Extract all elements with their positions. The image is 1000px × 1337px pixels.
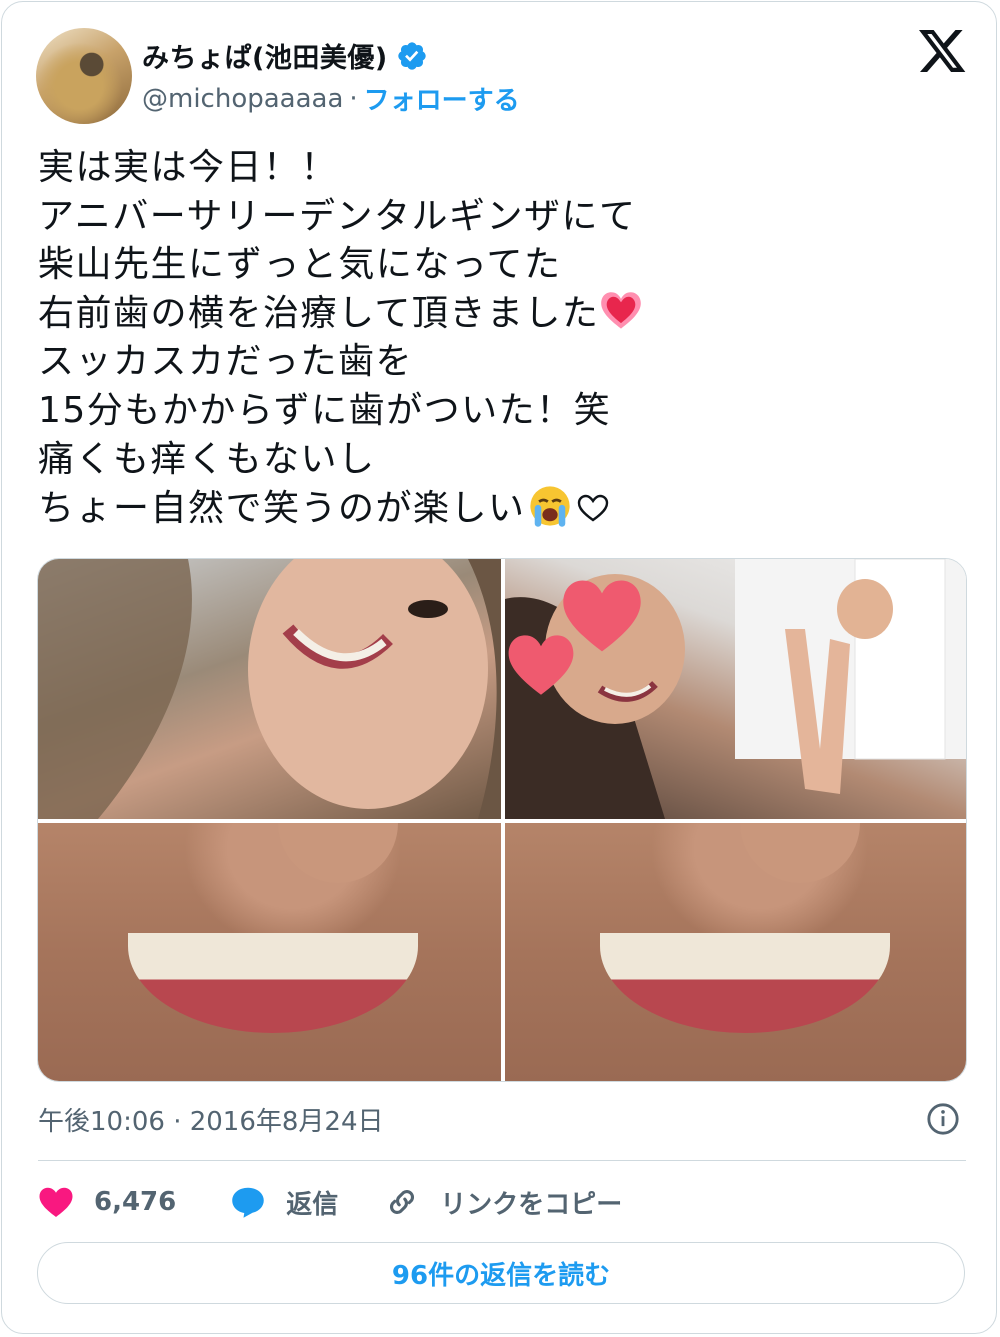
heart-icon — [39, 1187, 73, 1217]
tweet-embed-card: みちょぱ(池田美優) @michopaaaaa · フォローする 実は実は今日！… — [1, 1, 997, 1334]
info-icon[interactable] — [926, 1102, 960, 1136]
photo-nose — [740, 823, 860, 883]
tweet-line: 右前歯の横を治療して頂きました — [38, 292, 600, 334]
tweet-line: 柴山先生にずっと気になってた — [38, 244, 562, 286]
like-count: 6,476 — [94, 1187, 177, 1217]
link-icon — [390, 1189, 415, 1215]
read-replies-button[interactable]: 96件の返信を読む — [37, 1242, 965, 1304]
photo-selfie-smile[interactable] — [38, 559, 501, 819]
follow-button[interactable]: フォローする — [364, 80, 520, 117]
verified-badge-icon — [398, 41, 426, 70]
heart-sticker-icon — [508, 635, 574, 695]
tweet-line: アニバーサリーデンタルギンザにて — [38, 195, 637, 237]
white-heart-emoji — [577, 494, 608, 522]
photo-teeth-before[interactable] — [38, 823, 501, 1081]
divider — [38, 1160, 966, 1161]
photo-peace-sign[interactable] — [505, 559, 966, 819]
author-avatar[interactable] — [36, 28, 132, 124]
photo-mouth — [600, 933, 890, 1033]
reply-bubble-icon — [232, 1187, 264, 1218]
reply-button[interactable]: 返信 — [230, 1184, 338, 1221]
reply-label: 返信 — [286, 1189, 339, 1220]
media-grid — [37, 558, 967, 1082]
tweet-line: 実は実は今日！！ — [38, 147, 339, 188]
author-display-name[interactable]: みちょぱ(池田美優) — [142, 36, 388, 75]
author-handle[interactable]: @michopaaaaa — [142, 84, 343, 114]
sparkling-heart-emoji — [601, 292, 642, 329]
tweet-line: 痛くも痒くもないし — [38, 438, 376, 480]
x-logo-icon[interactable] — [919, 30, 967, 74]
author-handle-row: @michopaaaaa · フォローする — [142, 80, 520, 117]
read-replies-label: 96件の返信を読む — [391, 1260, 611, 1291]
tweet-line: ちょー自然で笑うのが楽しい — [38, 488, 526, 530]
copy-link-button[interactable]: リンクをコピー — [384, 1184, 622, 1221]
photo-mouth — [128, 933, 418, 1033]
photo-nose — [278, 823, 398, 883]
crying-face-emoji — [529, 486, 570, 527]
tweet-line: スッカスカだった歯を — [38, 341, 414, 383]
action-bar: 6,476 返信 リンクをコピー — [38, 1180, 622, 1224]
tweet-timestamp[interactable]: 午後10:06 · 2016年8月24日 — [38, 1101, 966, 1138]
tweet-line: 15分もかからずに歯がついた！笑 — [38, 389, 612, 431]
tweet-text: 実は実は今日！！ アニバーサリーデンタルギンザにて 柴山先生にずっと気になってた… — [38, 144, 938, 534]
like-button[interactable]: 6,476 — [38, 1185, 176, 1219]
copy-link-label: リンクをコピー — [440, 1189, 623, 1220]
author-name-row[interactable]: みちょぱ(池田美優) — [142, 36, 428, 75]
photo-teeth-after[interactable] — [505, 823, 966, 1081]
handle-separator: · — [349, 83, 358, 114]
